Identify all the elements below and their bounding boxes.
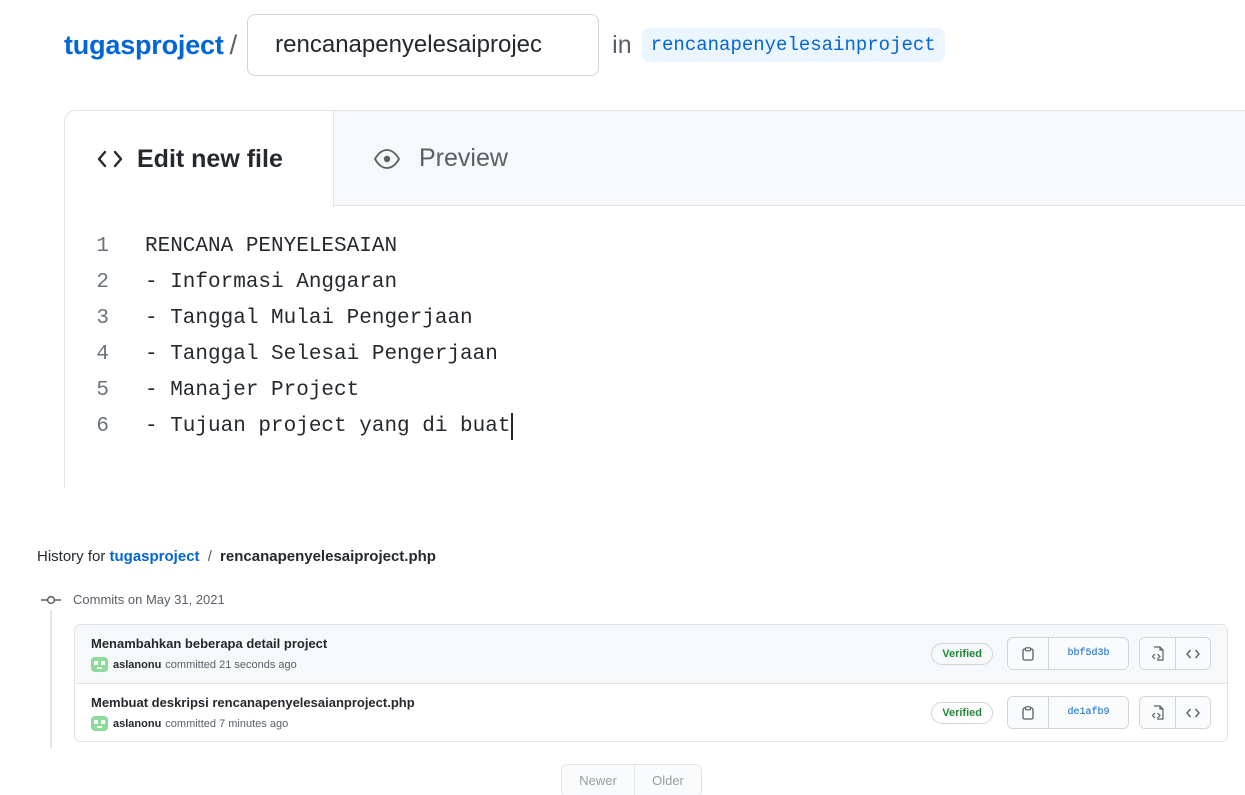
tab-preview[interactable]: Preview [373,111,508,206]
commit-author-link[interactable]: aslanonu [113,659,161,671]
line-text: - Informasi Anggaran [145,270,398,294]
commit-time: committed 7 minutes ago [165,717,289,730]
filename-input[interactable] [247,14,600,76]
commit-list: Menambahkan beberapa detail project asla… [74,624,1228,742]
commit-meta: aslanonu committed 7 minutes ago [91,716,415,731]
line-text: - Tanggal Mulai Pengerjaan [145,306,473,330]
line-number: 3 [96,306,109,330]
file-code-icon [1151,704,1164,720]
clipboard-icon [1022,705,1034,720]
browse-repo-at-commit-button[interactable] [1175,638,1210,669]
line-number: 1 [96,234,109,258]
commits-date-heading: Commits on May 31, 2021 [40,592,225,607]
path-separator: / [229,29,238,60]
browse-repo-at-commit-button[interactable] [1175,697,1210,728]
in-label: in [612,30,632,59]
commit-message-link[interactable]: Membuat deskripsi rencanapenyelesaianpro… [91,695,415,710]
sha-button-group: bbf5d3b [1007,637,1129,670]
older-button[interactable]: Older [634,765,701,795]
avatar[interactable] [91,716,108,731]
text-cursor [511,412,514,440]
view-button-group [1139,696,1211,729]
file-code-icon [1151,645,1164,661]
code-icon [1186,708,1200,717]
branch-badge: rencanapenyelesainproject [641,28,945,62]
commit-info: Membuat deskripsi rencanapenyelesaianpro… [91,695,415,731]
commits-date-label: Commits on May 31, 2021 [73,592,225,607]
code-line: 2 - Informasi Anggaran [65,264,513,300]
copy-sha-button[interactable] [1008,697,1048,728]
verified-badge[interactable]: Verified [931,701,993,724]
history-separator: / [207,548,212,565]
sha-button-group: de1afb9 [1007,696,1129,729]
commit-time: committed 21 seconds ago [165,658,297,671]
line-number: 4 [96,342,109,366]
editor-tab-strip: Edit new file Preview [64,110,1245,207]
file-editor-header: tugasproject / in rencanapenyelesainproj… [64,14,945,76]
tab-preview-label: Preview [419,144,508,172]
verified-badge[interactable]: Verified [931,642,993,665]
code-editor[interactable]: 1 RENCANA PENYELESAIAN 2 - Informasi Angga… [65,228,514,444]
history-title: History for tugasproject / rencanapenyel… [37,548,436,565]
history-prefix: History for [37,548,106,565]
code-line: 5 - Manajer Project [65,372,513,408]
view-button-group [1139,637,1211,670]
commit-actions: Verified bbf5d3b [931,637,1211,670]
history-file-name: rencanapenyelesaiproject.php [220,548,436,565]
eye-icon [373,148,401,169]
repo-link[interactable]: tugasproject [64,30,224,61]
commit-message-link[interactable]: Menambahkan beberapa detail project [91,636,327,651]
code-line: 1 RENCANA PENYELESAIAN [65,228,513,264]
timeline-line [50,610,52,748]
commit-meta: aslanonu committed 21 seconds ago [91,657,327,672]
line-number: 6 [96,414,109,438]
commit-row: Menambahkan beberapa detail project asla… [75,625,1227,683]
git-commit-icon [40,592,62,607]
avatar[interactable] [91,657,108,672]
commit-author-link[interactable]: aslanonu [113,718,161,730]
code-icon [1186,649,1200,658]
commit-actions: Verified de1afb9 [931,696,1211,729]
commit-info: Menambahkan beberapa detail project asla… [91,636,327,672]
clipboard-icon [1022,646,1034,661]
commit-sha-link[interactable]: de1afb9 [1048,697,1128,728]
code-line: 4 - Tanggal Selesai Pengerjaan [65,336,513,372]
newer-button[interactable]: Newer [562,765,634,795]
history-repo-link[interactable]: tugasproject [110,548,200,565]
view-file-at-commit-button[interactable] [1140,697,1175,728]
line-text: - Tanggal Selesai Pengerjaan [145,342,498,366]
commit-row: Membuat deskripsi rencanapenyelesaianpro… [75,683,1227,741]
code-line: 3 - Tanggal Mulai Pengerjaan [65,300,513,336]
copy-sha-button[interactable] [1008,638,1048,669]
line-number: 5 [96,378,109,402]
pagination: Newer Older [561,764,702,795]
code-line: 6 - Tujuan project yang di buat [65,408,514,444]
line-text: - Manajer Project [145,378,360,402]
code-icon [97,150,123,168]
tab-edit-label: Edit new file [137,144,283,173]
line-number: 2 [96,270,109,294]
view-file-at-commit-button[interactable] [1140,638,1175,669]
tab-edit-new-file[interactable]: Edit new file [64,110,334,207]
commit-sha-link[interactable]: bbf5d3b [1048,638,1128,669]
file-editor: Edit new file Preview 1 RENCANA PENYELESA… [64,110,1245,488]
line-text: - Tujuan project yang di buat [145,414,511,438]
line-text: RENCANA PENYELESAIAN [145,234,398,258]
